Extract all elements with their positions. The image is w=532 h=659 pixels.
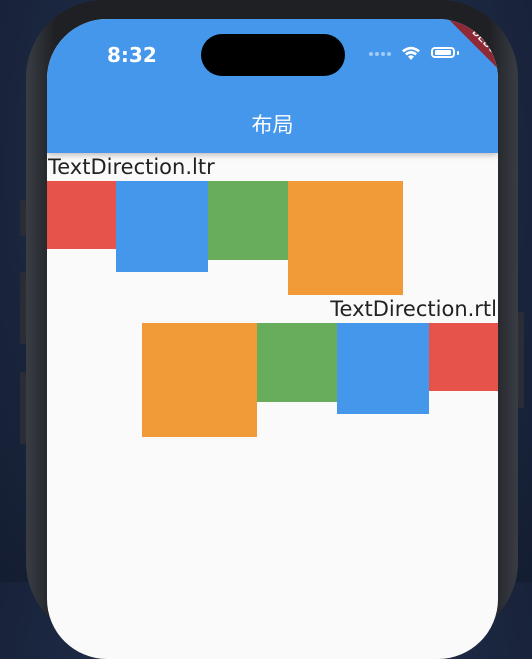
battery-tip [457, 51, 459, 55]
rtl-blue-box [337, 323, 429, 414]
ltr-red-box [47, 181, 116, 249]
page-title: 布局 [251, 113, 294, 137]
phone-side-button-right [518, 312, 524, 408]
battery-icon [431, 47, 455, 58]
rtl-red-box [429, 323, 498, 391]
ltr-green-box [208, 181, 288, 260]
phone-frame: 8:32 布局 DEBUG TextDirection.ltr TextDire… [26, 0, 518, 659]
ltr-section-label: TextDirection.ltr [48, 155, 215, 179]
rtl-orange-box [142, 323, 257, 437]
status-time: 8:32 [107, 43, 157, 67]
ltr-blue-box [116, 181, 208, 272]
rtl-green-box [257, 323, 337, 402]
phone-screen: 8:32 布局 DEBUG TextDirection.ltr TextDire… [47, 19, 498, 659]
ltr-orange-box [288, 181, 403, 295]
app-bar: 8:32 布局 [47, 19, 498, 153]
dynamic-island [201, 34, 345, 76]
rtl-section-label: TextDirection.rtl [330, 297, 497, 321]
wifi-icon [402, 46, 420, 60]
